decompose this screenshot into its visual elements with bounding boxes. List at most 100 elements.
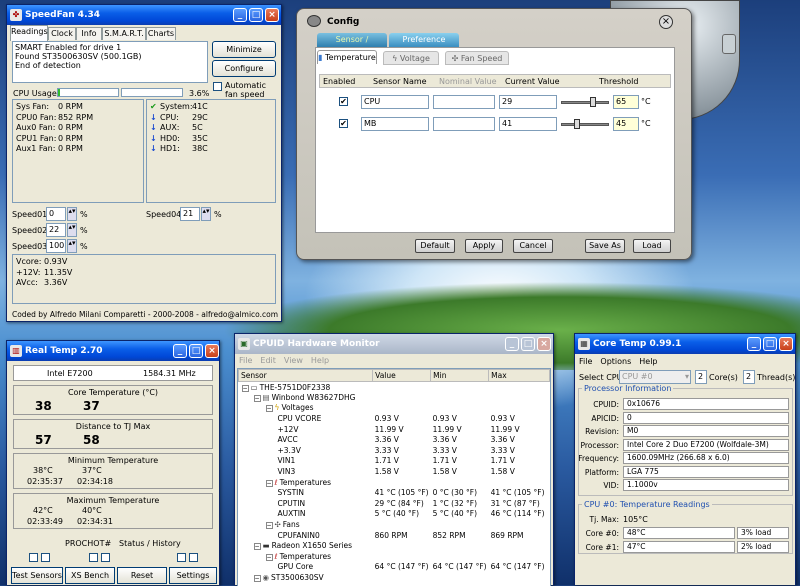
hwmon-menu-file[interactable]: File xyxy=(239,356,252,365)
tab-clock[interactable]: Clock xyxy=(48,27,76,40)
column-header-min[interactable]: Min xyxy=(430,369,490,382)
table-row[interactable]: +12V 11.99 V 11.99 V 11.99 V xyxy=(239,424,550,435)
subtab-voltage[interactable]: ϟ Voltage xyxy=(383,51,439,65)
table-row[interactable]: − ◉ ST3500630SV xyxy=(239,572,550,583)
column-header-sensor[interactable]: Sensor xyxy=(238,369,374,382)
table-row[interactable]: CPUTIN 29 °C (84 °F) 1 °C (32 °F) 31 °C (87… xyxy=(239,498,550,509)
table-row[interactable]: AUXTIN 5 °C (40 °F) 5 °C (40 °F) 46 °C (114… xyxy=(239,509,550,520)
realtemp-titlebar[interactable]: ▥ Real Temp 2.70 _ □ × xyxy=(7,341,219,361)
close-icon[interactable]: × xyxy=(205,344,219,358)
table-row[interactable]: CPU VCORE 0.93 V 0.93 V 0.93 V xyxy=(239,413,550,424)
maximize-icon[interactable]: □ xyxy=(763,337,777,351)
select-cpu-dropdown[interactable]: CPU #0 ▾ xyxy=(619,370,691,384)
speed-input[interactable]: 100 xyxy=(46,239,66,253)
tab-sensor-threshold[interactable]: Sensor / Threshold xyxy=(317,33,387,58)
speedfan-titlebar[interactable]: ✤ SpeedFan 4.34 _ □ × xyxy=(7,5,281,25)
minimize-icon[interactable]: _ xyxy=(505,337,519,351)
table-row[interactable]: − ℓ Temperatures xyxy=(239,477,550,488)
table-row[interactable]: GPU Core 64 °C (147 °F) 64 °C (147 °F) 64 °… xyxy=(239,562,550,573)
tab-charts[interactable]: Charts xyxy=(146,27,176,40)
minimize-button[interactable]: Minimize xyxy=(212,41,276,58)
speed-spinner[interactable]: ▴▾ xyxy=(67,239,77,253)
table-row[interactable]: CPUFANIN0 860 RPM 852 RPM 869 RPM xyxy=(239,530,550,541)
column-header-value[interactable]: Value xyxy=(372,369,432,382)
settings-button[interactable]: Settings xyxy=(169,567,217,584)
coretemp-menu-options[interactable]: Options xyxy=(600,357,631,366)
minimize-icon[interactable]: _ xyxy=(747,337,761,351)
table-row[interactable]: − ▬ Radeon X1650 Series xyxy=(239,540,550,551)
hwmon-menu-view[interactable]: View xyxy=(284,356,303,365)
speed-input[interactable]: 0 xyxy=(46,207,66,221)
default-button[interactable]: Default xyxy=(415,239,455,253)
speed-input[interactable]: 22 xyxy=(46,223,66,237)
sensor-name-field[interactable]: CPU xyxy=(361,95,429,109)
tree-expander-icon[interactable]: − xyxy=(265,522,273,530)
table-row[interactable]: − ▭ THE-5751D0F2338 xyxy=(239,382,550,393)
table-row[interactable]: VIN1 1.71 V 1.71 V 1.71 V xyxy=(239,456,550,467)
table-row[interactable]: AVCC 3.36 V 3.36 V 3.36 V xyxy=(239,434,550,445)
column-header-max[interactable]: Max xyxy=(488,369,550,382)
speed-input[interactable]: 21 xyxy=(180,207,200,221)
table-row[interactable]: SYSTIN 41 °C (105 °F) 0 °C (30 °F) 41 °C (1… xyxy=(239,487,550,498)
tree-expander-icon[interactable]: − xyxy=(253,543,261,551)
tree-expander-icon[interactable]: − xyxy=(253,574,261,582)
sensor-name-field[interactable]: MB xyxy=(361,117,429,131)
subtab-fan-speed[interactable]: ✣ Fan Speed xyxy=(445,51,509,65)
table-row[interactable]: − ▤ Winbond W83627DHG xyxy=(239,392,550,403)
table-row[interactable]: − ✣ Fans xyxy=(239,519,550,530)
threshold-slider-thumb[interactable] xyxy=(574,119,581,129)
hwmon-table-panel[interactable]: Sensor Value Min Max − ▭ THE-5751D0F2338− ▤ Winb… xyxy=(237,368,551,586)
apply-button[interactable]: Apply xyxy=(465,239,503,253)
threshold-field[interactable]: 45 xyxy=(613,117,639,131)
close-icon[interactable]: × xyxy=(779,337,793,351)
speed-spinner[interactable]: ▴▾ xyxy=(67,207,77,221)
hwmon-menu-help[interactable]: Help xyxy=(311,356,329,365)
table-row[interactable]: − ϟ Voltages xyxy=(239,403,550,414)
tree-expander-icon[interactable]: − xyxy=(253,394,261,402)
threshold-slider-thumb[interactable] xyxy=(589,97,596,107)
subtab-temperature[interactable]: ▮ Temperature xyxy=(317,50,377,64)
reset-button[interactable]: Reset xyxy=(117,567,167,584)
load-button[interactable]: Load xyxy=(633,239,671,253)
sensor-enabled-checkbox[interactable]: ✔ xyxy=(339,119,348,128)
coretemp-menu-help[interactable]: Help xyxy=(639,357,657,366)
tab-readings[interactable]: Readings xyxy=(10,25,48,41)
tree-expander-icon[interactable]: − xyxy=(241,384,249,392)
config-close-icon[interactable]: × xyxy=(659,15,673,29)
threshold-slider-track[interactable] xyxy=(561,101,609,104)
minimize-icon[interactable]: _ xyxy=(233,8,247,22)
tree-expander-icon[interactable]: − xyxy=(265,405,273,413)
hwmon-menu-edit[interactable]: Edit xyxy=(260,356,276,365)
speed-spinner[interactable]: ▴▾ xyxy=(67,223,77,237)
table-row[interactable]: +3.3V 3.33 V 3.33 V 3.33 V xyxy=(239,445,550,456)
minimize-icon[interactable]: _ xyxy=(173,344,187,358)
close-icon[interactable]: × xyxy=(265,8,279,22)
coretemp-titlebar[interactable]: ▦ Core Temp 0.99.1 _ □ × xyxy=(575,334,795,354)
tab-smart[interactable]: S.M.A.R.T. xyxy=(102,27,146,40)
sensor-enabled-checkbox[interactable]: ✔ xyxy=(339,97,348,106)
configure-button[interactable]: Configure xyxy=(212,60,276,77)
tab-info[interactable]: Info xyxy=(76,27,102,40)
maximize-icon[interactable]: □ xyxy=(521,337,535,351)
threshold-slider-track[interactable] xyxy=(561,123,609,126)
maximize-icon[interactable]: □ xyxy=(189,344,203,358)
nominal-value-field[interactable] xyxy=(433,117,495,131)
tab-preference[interactable]: Preference xyxy=(389,33,459,47)
speed-spinner[interactable]: ▴▾ xyxy=(201,207,211,221)
cancel-button[interactable]: Cancel xyxy=(513,239,553,253)
threshold-field[interactable]: 65 xyxy=(613,95,639,109)
test-sensors-button[interactable]: Test Sensors xyxy=(11,567,63,584)
maximize-icon[interactable]: □ xyxy=(249,8,263,22)
table-row[interactable]: − ℓ Temperatures xyxy=(239,551,550,562)
tree-expander-icon[interactable]: − xyxy=(265,479,273,487)
tree-expander-icon[interactable]: − xyxy=(265,553,273,561)
coretemp-menu-file[interactable]: File xyxy=(579,357,592,366)
table-row[interactable]: VIN3 1.58 V 1.58 V 1.58 V xyxy=(239,466,550,477)
xs-bench-button[interactable]: XS Bench xyxy=(65,567,115,584)
close-icon[interactable]: × xyxy=(537,337,551,351)
hwmonitor-titlebar[interactable]: ▣ CPUID Hardware Monitor _ □ × xyxy=(235,334,553,354)
auto-fan-checkbox[interactable] xyxy=(213,82,222,91)
nominal-value-field[interactable] xyxy=(433,95,495,109)
detection-log[interactable]: SMART Enabled for drive 1 Found ST350063… xyxy=(12,41,208,83)
save-as-button[interactable]: Save As xyxy=(585,239,625,253)
